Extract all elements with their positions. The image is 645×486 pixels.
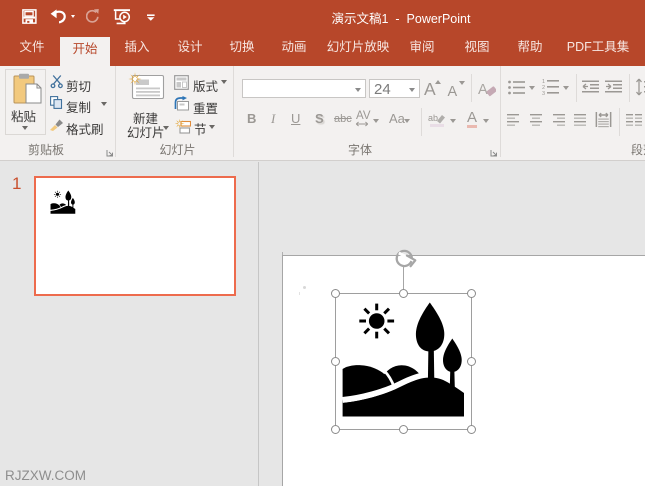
svg-text:3: 3 bbox=[542, 91, 545, 96]
svg-text:A: A bbox=[478, 82, 488, 97]
svg-text:ab: ab bbox=[428, 113, 438, 123]
